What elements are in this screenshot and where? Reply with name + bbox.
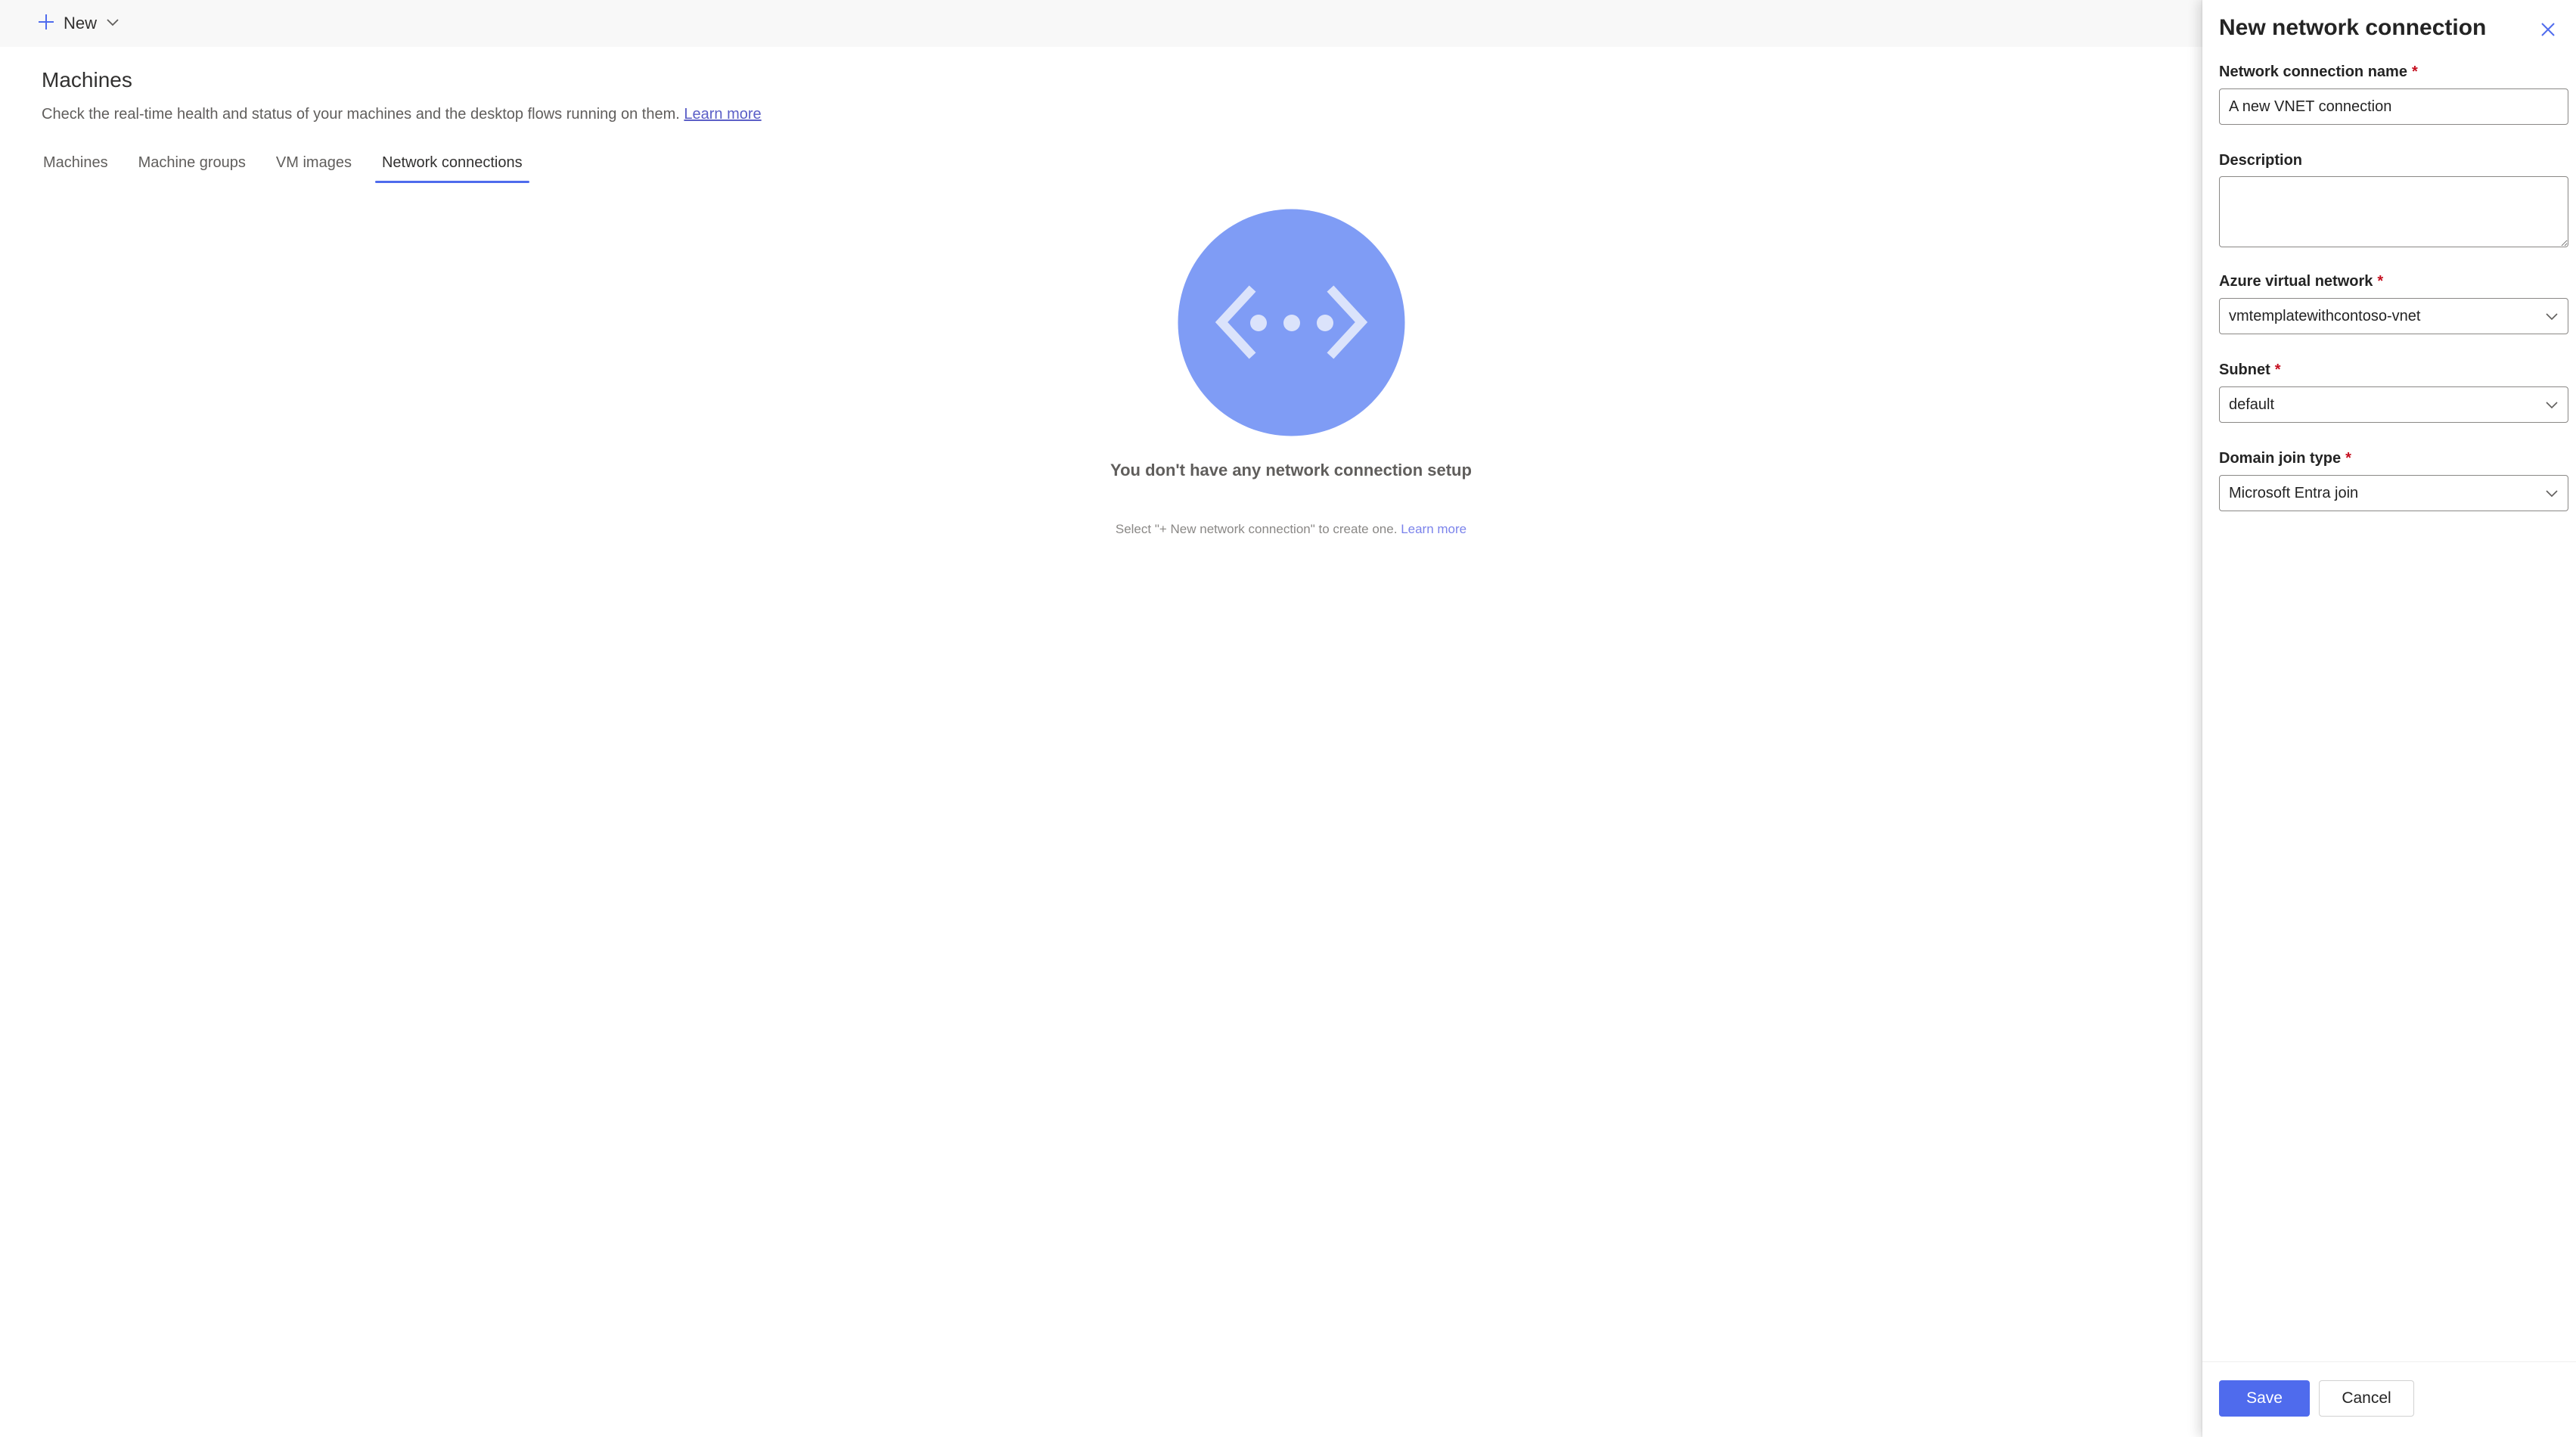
network-connection-icon [1178,209,1405,436]
empty-state-description-text: Select "+ New network connection" to cre… [1115,522,1398,536]
domain-join-type-label: Domain join type * [2219,450,2351,467]
subnet-label: Subnet * [2219,362,2281,379]
panel-footer-divider [2202,1361,2576,1362]
close-icon [2540,21,2556,42]
field-label-text: Network connection name [2219,64,2407,80]
tab-label: VM images [275,154,352,171]
dropdown-value: Microsoft Entra join [2229,484,2359,501]
tab-network-connections[interactable]: Network connections [374,148,529,183]
save-button[interactable]: Save [2219,1380,2310,1417]
tab-machine-groups[interactable]: Machine groups [132,148,253,183]
active-tab-indicator [374,181,529,183]
chevron-down-icon [2545,312,2559,321]
tab-vm-images[interactable]: VM images [269,148,358,183]
azure-virtual-network-dropdown[interactable]: vmtemplatewithcontoso-vnet [2219,298,2568,334]
dropdown-value: vmtemplatewithcontoso-vnet [2229,307,2421,324]
new-button-label: New [64,14,98,33]
empty-state-title: You don't have any network connection se… [1110,461,1472,480]
new-button[interactable]: New [38,8,119,39]
chevron-down-icon [2545,489,2559,498]
required-indicator: * [2274,362,2281,378]
cancel-button[interactable]: Cancel [2319,1380,2414,1417]
required-indicator: * [2377,273,2384,290]
panel-title: New network connection [2219,15,2487,40]
command-bar: New [0,0,2202,47]
tab-machines[interactable]: Machines [36,148,115,183]
page-subtitle-text: Check the real-time health and status of… [42,106,680,123]
field-label-text: Subnet [2219,362,2270,378]
page-subtitle: Check the real-time health and status of… [42,106,762,123]
field-label-text: Azure virtual network [2219,273,2373,290]
network-connection-name-label: Network connection name * [2219,64,2418,81]
description-textarea[interactable] [2219,176,2568,247]
required-indicator: * [2411,64,2418,80]
learn-more-link[interactable]: Learn more [684,106,761,123]
tab-label: Machine groups [138,154,246,171]
plus-icon [38,14,54,34]
dropdown-value: default [2229,396,2275,413]
chevron-down-icon [106,17,119,30]
subnet-dropdown[interactable]: default [2219,386,2568,423]
domain-join-type-dropdown[interactable]: Microsoft Entra join [2219,475,2568,511]
main-content: New Machines Check the real-time health … [0,0,2202,1437]
close-button[interactable] [2537,20,2559,42]
new-network-connection-panel: New network connection Network connectio… [2202,0,2576,1437]
field-label-text: Domain join type [2219,450,2342,467]
azure-virtual-network-label: Azure virtual network * [2219,273,2383,290]
empty-state-learn-more-link[interactable]: Learn more [1401,522,1466,536]
page-title: Machines [42,68,132,92]
empty-state-description: Select "+ New network connection" to cre… [1102,520,1480,538]
description-label: Description [2219,152,2302,169]
required-indicator: * [2345,450,2351,467]
tab-list: Machines Machine groups VM images Networ… [36,148,546,186]
chevron-down-icon [2545,400,2559,409]
tab-label: Network connections [381,154,523,171]
field-label-text: Description [2219,152,2303,169]
tab-label: Machines [43,154,108,171]
network-connection-name-input[interactable] [2219,88,2568,125]
